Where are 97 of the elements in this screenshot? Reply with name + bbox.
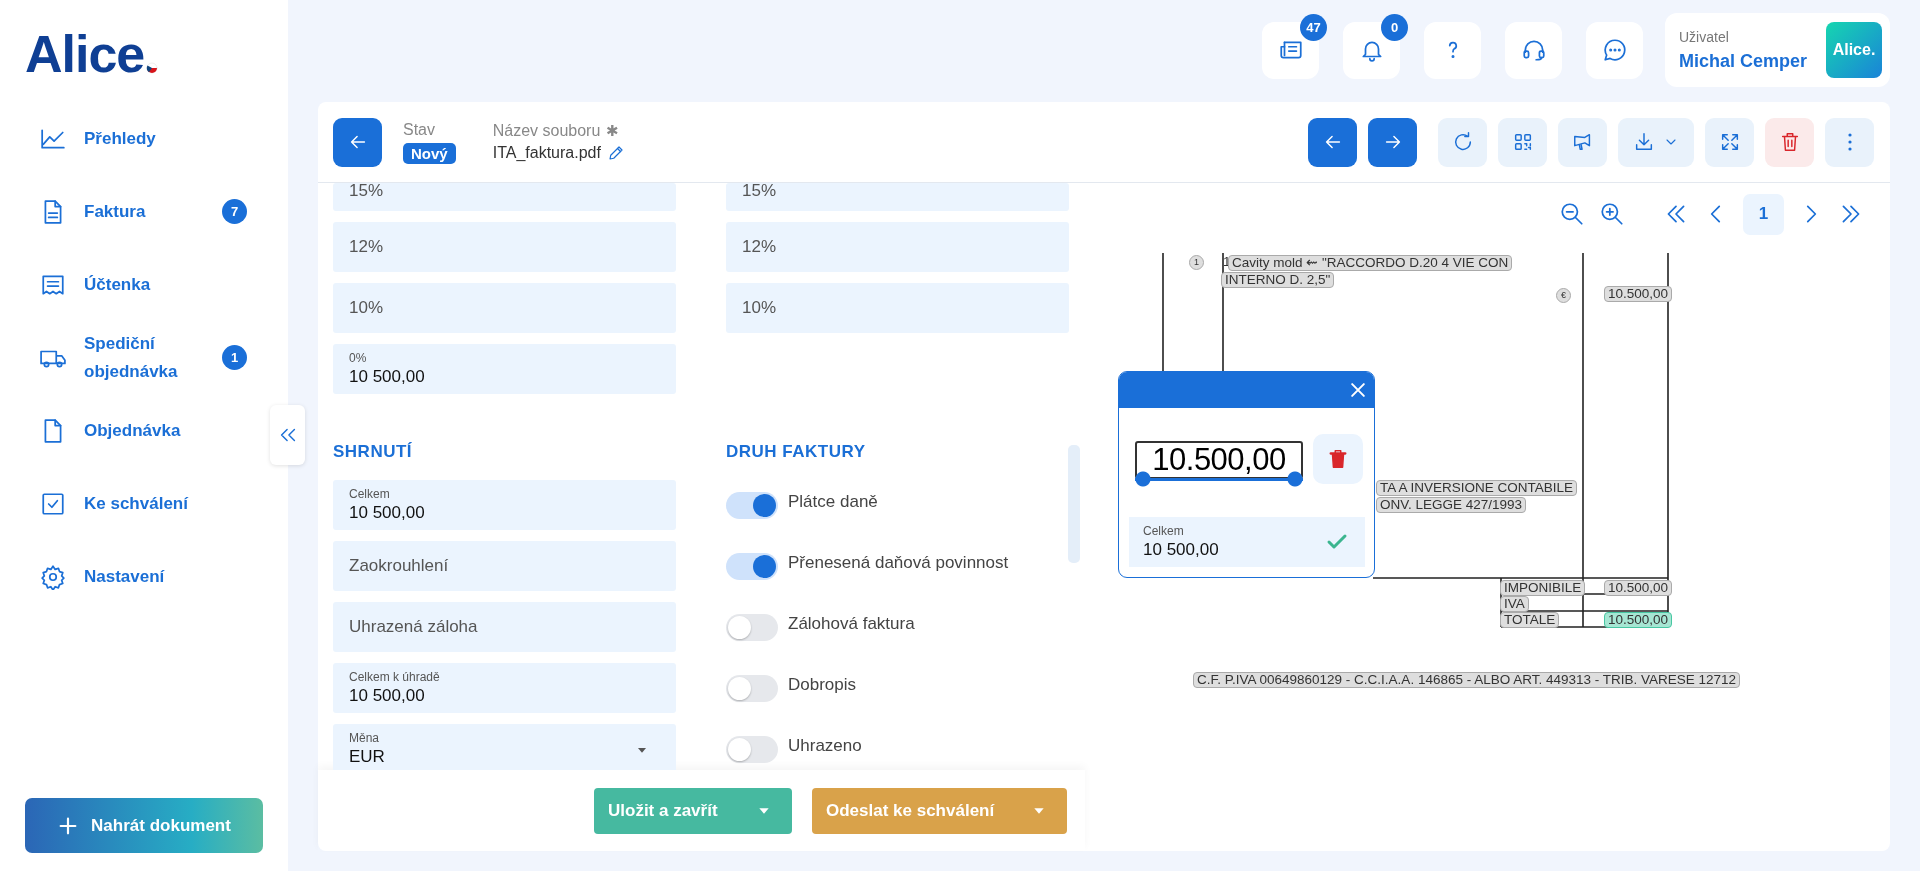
filename-label: Název souboru [492,122,601,140]
flag-dot-icon [146,62,159,74]
document-text: 10.500,00 [1604,580,1673,596]
document-text: IMPONIBILE [1500,580,1586,596]
document-text: INTERNO D. 2,5" [1221,272,1335,288]
scrollbar[interactable] [1068,445,1080,563]
delete-button[interactable] [1765,117,1814,167]
count-badge: 47 [1300,13,1327,41]
input-field[interactable]: 10% [333,283,676,333]
toggle-label: Uhrazeno [788,736,862,756]
nav-label: Faktura [84,200,147,223]
toggle-switch[interactable] [726,613,778,641]
status-label: Stav [403,120,436,139]
toggle-switch[interactable] [726,552,778,580]
page-number[interactable]: 1 [1743,193,1784,235]
nav-label: Ke schválení [84,492,190,515]
document-text: TOTALE [1500,612,1560,628]
sidebar-item[interactable]: Přehledy [25,102,263,175]
newspaper-button[interactable]: 47 [1262,13,1327,79]
input-field[interactable]: 10% [726,283,1069,333]
previous-document-button[interactable] [1308,117,1357,167]
input-field[interactable]: 0% 10 500,00 [333,344,676,394]
collapse-button[interactable] [270,405,305,465]
count-badge: 0 [1381,13,1408,41]
sidebar-item[interactable]: Ke schválení [25,467,263,540]
nav-label: Spediční objednávka [84,332,179,383]
input-field[interactable]: Uhrazená záloha [333,602,676,652]
document-text: TA A INVERSIONE CONTABILE [1376,480,1578,496]
bell-button[interactable]: 0 [1343,13,1408,79]
count-badge: 1 [222,345,247,370]
input-field[interactable]: 15% [333,183,676,211]
app-logo: Alice [25,28,145,80]
user-name: Michal Cemper [1679,50,1809,72]
required-mark: ✱ [606,122,620,140]
zoom-in-button[interactable] [1599,201,1625,227]
input-field[interactable]: Celkem k úhradě 10 500,00 [333,663,676,713]
input-field[interactable]: 12% [726,222,1069,272]
megaphone-button[interactable] [1558,117,1607,167]
input-field[interactable]: Celkem 10 500,00 [333,480,676,530]
upload-button[interactable]: Nahrát dokument [25,798,263,853]
checkbox-icon [40,490,66,517]
document-text: Cavity mold ⇜ "RACCORDO D.20 4 VIE CON [1228,255,1513,271]
more-icon [1847,132,1852,152]
nav-label: Účtenka [84,273,152,296]
user-label: Uživatel [1679,28,1730,45]
toggle-label: Plátce daně [788,492,878,512]
document-text: ONV. LEGGE 427/1993 [1376,497,1527,513]
nav-label: Přehledy [84,127,157,150]
zoom-in-icon [1599,201,1625,227]
close-icon [1348,380,1368,400]
document-text: IVA [1500,596,1529,612]
input-field[interactable]: 15% [726,183,1069,211]
section-title: SHRNUTÍ [333,441,414,463]
toggle-label: Dobropis [788,675,857,695]
toggle-switch[interactable] [726,735,778,763]
delete-selection-button[interactable] [1313,434,1363,484]
toggle-label: Zálohová faktura [788,614,915,634]
trash-icon [1327,448,1349,470]
section-title: DRUH FAKTURY [726,441,867,463]
document-text: C.F. P.IVA 00649860129 - C.C.I.A.A. 146865 - ALBO ART. 449313 - TRIB. VARESE 12712 [1193,672,1741,688]
nav-label: Objednávka [84,419,182,442]
sidebar-item[interactable]: Účtenka [25,248,263,321]
status-badge: Nový [403,142,456,164]
toggle-switch[interactable] [726,491,778,519]
pencil-icon [606,144,625,162]
qr-code-button[interactable] [1498,117,1547,167]
sidebar-item[interactable]: Faktura 7 [25,175,263,248]
zoom-out-button[interactable] [1559,201,1585,227]
document-text: 10.500,00 [1604,612,1673,628]
user-card[interactable]: Uživatel Michal Cemper Alice. [1665,13,1890,87]
input-field[interactable]: Celkem 10 500,00 [1129,517,1365,567]
next-document-button[interactable] [1368,117,1417,167]
zoom-out-icon [1559,201,1585,227]
fullscreen-button[interactable] [1705,117,1754,167]
chat-icon [1601,37,1628,63]
circled-mark: 1 [1189,255,1204,270]
selected-text: 10.500,00 [1135,441,1303,479]
circled-mark: € [1556,288,1571,303]
download-icon [1633,131,1655,153]
input-field[interactable]: 12% [333,222,676,272]
company-logo: Alice. [1826,22,1882,78]
sidebar-item[interactable]: Objednávka [25,394,263,467]
close-button[interactable] [1348,380,1368,400]
filename: ITA_faktura.pdf [492,144,601,162]
document-text: 10.500,00 [1604,286,1673,302]
refresh-button[interactable] [1438,117,1487,167]
sidebar-item[interactable]: Spediční objednávka 1 [25,321,263,394]
edit-button[interactable] [606,144,625,162]
back-button[interactable] [333,117,382,167]
select-field[interactable]: Měna EUR [333,724,676,770]
settings-icon [40,563,66,590]
count-badge: 7 [222,199,247,224]
input-field[interactable]: Zaokrouhlení [333,541,676,591]
toggle-label: Přenesená daňová povinnost [788,553,1009,573]
toggle-switch[interactable] [726,674,778,702]
nav-label: Nastavení [84,565,166,588]
sidebar-item[interactable]: Nastavení [25,540,263,613]
